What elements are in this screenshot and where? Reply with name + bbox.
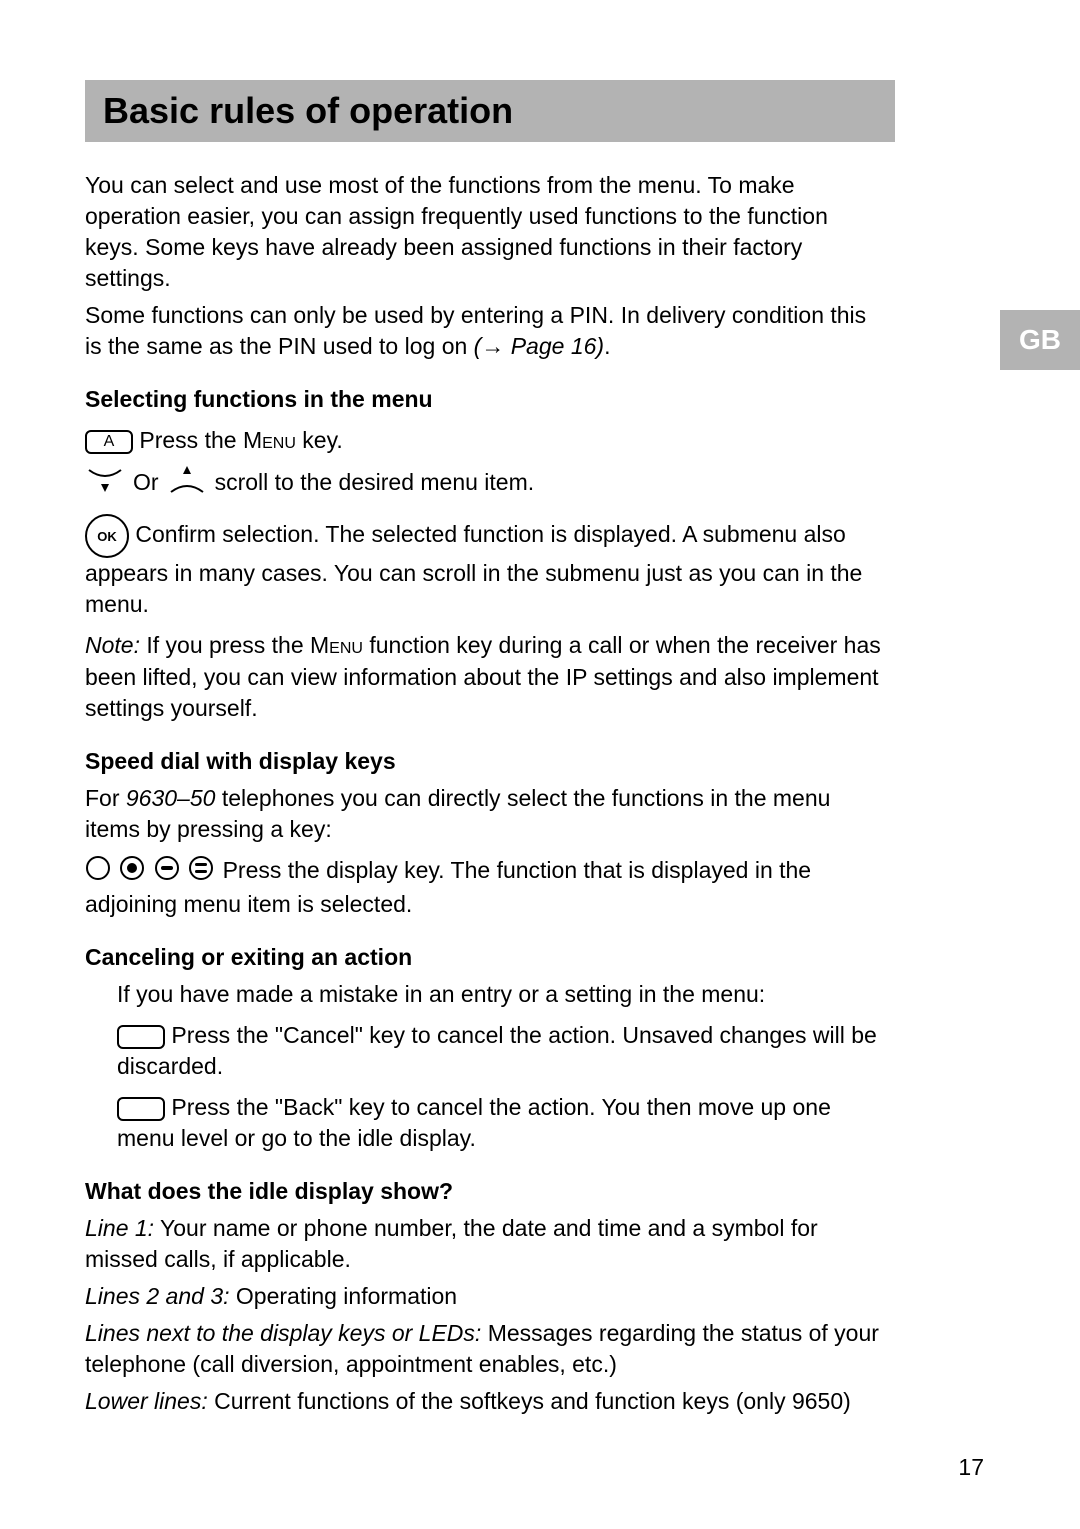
lines23-label: Lines 2 and 3: — [85, 1283, 230, 1309]
ok-text: Confirm selection. The selected function… — [85, 521, 862, 617]
line1-label: Line 1: — [85, 1215, 154, 1241]
intro-paragraph-2: Some functions can only be used by enter… — [85, 300, 885, 362]
scroll-instruction: Or scroll to the desired menu item. — [85, 464, 885, 498]
menu-key-instruction: A Press the Menu key. — [85, 425, 885, 456]
cancel-key-icon — [117, 1025, 165, 1049]
ok-instruction: OK Confirm selection. The selected funct… — [85, 514, 885, 620]
section-title-speeddial: Speed dial with display keys — [85, 746, 885, 777]
page-content: You can select and use most of the funct… — [85, 170, 885, 1417]
display-key-minus-icon — [154, 855, 180, 889]
or-text: Or — [133, 467, 159, 498]
displaykeys-label: Lines next to the display keys or LEDs: — [85, 1320, 481, 1346]
display-key-lines-icon — [188, 855, 214, 889]
cancel-intro: If you have made a mistake in an entry o… — [117, 979, 885, 1010]
tab-label: GB — [1019, 324, 1061, 355]
text: If you press the — [140, 632, 310, 658]
note-paragraph: Note: If you press the Menu function key… — [85, 630, 885, 723]
idle-line2-3: Lines 2 and 3: Operating information — [85, 1281, 885, 1312]
ok-key-icon: OK — [85, 514, 129, 558]
line1-text: Your name or phone number, the date and … — [85, 1215, 818, 1272]
speeddial-models: For 9630–50 telephones you can directly … — [85, 783, 885, 845]
page-title: Basic rules of operation — [103, 90, 877, 132]
menu-key-icon: A — [85, 430, 133, 454]
cancel-key-instruction: Press the "Cancel" key to cancel the act… — [117, 1020, 885, 1082]
back-text: Press the "Back" key to cancel the actio… — [117, 1094, 831, 1151]
text: Press the — [133, 427, 243, 453]
page-header: Basic rules of operation — [85, 80, 895, 142]
menu-word: Menu — [310, 632, 363, 658]
section-title-selecting: Selecting functions in the menu — [85, 384, 885, 415]
intro-paragraph-1: You can select and use most of the funct… — [85, 170, 885, 294]
page-number: 17 — [958, 1454, 984, 1481]
menu-word: Menu — [243, 427, 296, 453]
menu-key-label: A — [104, 433, 115, 450]
back-key-icon — [117, 1097, 165, 1121]
ok-label: OK — [97, 528, 117, 546]
display-key-empty-icon — [85, 855, 111, 889]
scroll-up-icon — [167, 464, 207, 498]
note-label: Note: — [85, 632, 140, 658]
scroll-text: scroll to the desired menu item. — [215, 467, 535, 498]
cancel-text: Press the "Cancel" key to cancel the act… — [117, 1022, 877, 1079]
intro-p2-end: . — [604, 333, 610, 359]
display-key-dot-icon — [119, 855, 145, 889]
text: For — [85, 785, 126, 811]
page-reference: (→ Page 16) — [474, 333, 604, 359]
back-key-instruction: Press the "Back" key to cancel the actio… — [117, 1092, 885, 1154]
lines23-text: Operating information — [230, 1283, 458, 1309]
idle-line1: Line 1: Your name or phone number, the d… — [85, 1213, 885, 1275]
idle-lower-lines: Lower lines: Current functions of the so… — [85, 1386, 885, 1417]
scroll-down-icon — [85, 464, 125, 498]
display-key-instruction: Press the display key. The function that… — [85, 855, 885, 920]
lowerlines-text: Current functions of the softkeys and fu… — [208, 1388, 851, 1414]
idle-display-keys: Lines next to the display keys or LEDs: … — [85, 1318, 885, 1380]
model-range: 9630–50 — [126, 785, 216, 811]
section-title-idle: What does the idle display show? — [85, 1176, 885, 1207]
language-tab: GB — [1000, 310, 1080, 370]
section-title-cancel: Canceling or exiting an action — [85, 942, 885, 973]
lowerlines-label: Lower lines: — [85, 1388, 208, 1414]
text: key. — [296, 427, 343, 453]
